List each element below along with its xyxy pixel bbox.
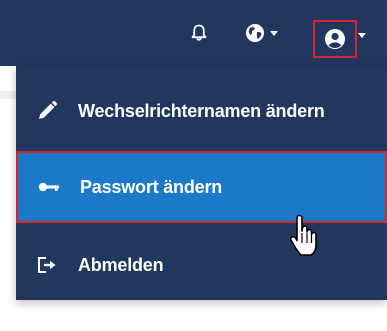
- chevron-down-icon: [269, 30, 278, 36]
- menu-item-logout[interactable]: Abmelden: [16, 230, 387, 300]
- menu-item-change-password[interactable]: Passwort ändern: [16, 151, 387, 223]
- user-icon: [325, 29, 345, 49]
- user-dropdown-menu: Wechselrichternamen ändern Passwort ände…: [16, 66, 387, 300]
- top-navigation-bar: [0, 0, 387, 66]
- globe-icon: [245, 24, 264, 42]
- chevron-down-icon: [358, 33, 366, 38]
- pencil-icon: [36, 100, 58, 122]
- hand-cursor-icon: [289, 214, 317, 256]
- menu-item-label: Passwort ändern: [80, 176, 223, 197]
- page-background: [0, 66, 16, 331]
- menu-item-label: Wechselrichternamen ändern: [78, 100, 325, 121]
- menu-item-rename-inverter[interactable]: Wechselrichternamen ändern: [16, 76, 387, 146]
- key-icon: [38, 180, 60, 194]
- user-menu-button[interactable]: [313, 20, 357, 58]
- bell-icon: [191, 24, 207, 41]
- language-button[interactable]: [237, 0, 285, 66]
- logout-icon: [36, 256, 58, 274]
- notifications-button[interactable]: [184, 0, 214, 66]
- menu-item-label: Abmelden: [78, 254, 164, 275]
- background-divider: [0, 91, 16, 99]
